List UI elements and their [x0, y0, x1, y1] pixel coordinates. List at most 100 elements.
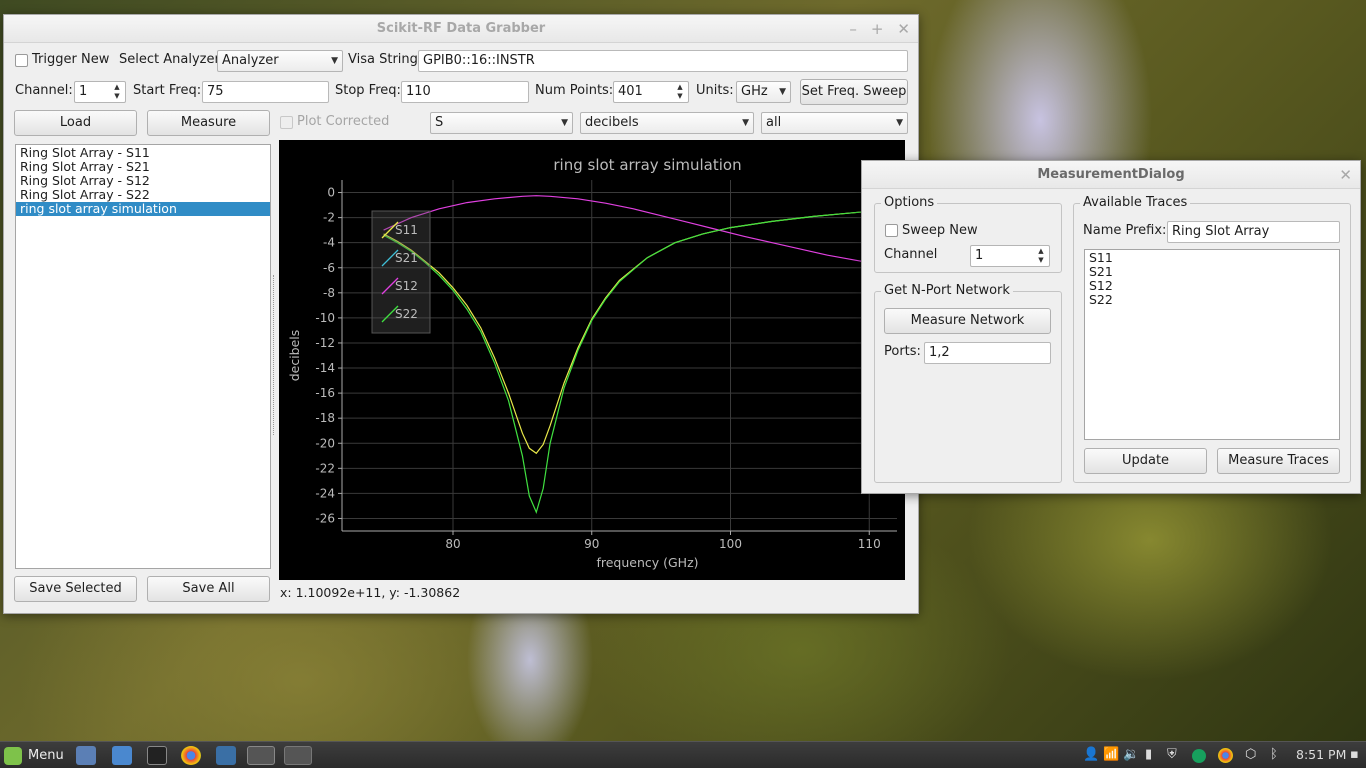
- user-icon[interactable]: 👤: [1083, 747, 1099, 762]
- list-item[interactable]: S22: [1085, 293, 1339, 307]
- hangouts-icon[interactable]: [1192, 749, 1206, 763]
- main-window: Scikit-RF Data Grabber – + ✕ Trigger New…: [3, 14, 919, 614]
- name-prefix-label: Name Prefix:: [1083, 223, 1167, 238]
- spin-arrows-icon[interactable]: ▲ ▼: [674, 83, 686, 101]
- load-button[interactable]: Load: [14, 110, 137, 136]
- volume-icon[interactable]: 🔉: [1123, 747, 1139, 762]
- save-all-button[interactable]: Save All: [147, 576, 270, 602]
- units-select[interactable]: GHz ▼: [736, 81, 791, 103]
- splitter-handle[interactable]: [273, 275, 276, 435]
- num-points-value: 401: [618, 84, 643, 99]
- update-button[interactable]: Update: [1084, 448, 1207, 474]
- main-titlebar[interactable]: Scikit-RF Data Grabber – + ✕: [4, 15, 918, 43]
- options-group-title: Options: [881, 195, 938, 210]
- y-tick-label: -14: [315, 361, 335, 375]
- plot-area[interactable]: 80 90 100 110 0 -2 -4 -6 -8 -10 -12 -14 -16 -18 -20 -22…: [279, 140, 905, 580]
- wifi-icon[interactable]: 📶: [1103, 747, 1119, 762]
- start-freq-label: Start Freq:: [133, 83, 202, 98]
- x-tick-label: 110: [858, 537, 881, 551]
- save-selected-button[interactable]: Save Selected: [14, 576, 137, 602]
- name-prefix-input[interactable]: Ring Slot Array: [1167, 221, 1340, 243]
- close-icon[interactable]: ✕: [897, 15, 910, 43]
- list-item[interactable]: S11: [1085, 251, 1339, 265]
- scale-select[interactable]: decibels ▼: [580, 112, 754, 134]
- y-tick-label: -26: [315, 511, 335, 525]
- y-tick-label: -18: [315, 411, 335, 425]
- channel-spinbox-value: 1: [79, 84, 88, 99]
- traces-list[interactable]: S11 S21 S12 S22: [1084, 249, 1340, 440]
- spin-arrows-icon[interactable]: ▲ ▼: [111, 83, 123, 101]
- y-tick-label: -20: [315, 436, 335, 450]
- python-icon[interactable]: [216, 746, 236, 765]
- cursor-status: x: 1.10092e+11, y: -1.30862: [280, 585, 461, 600]
- stop-freq-input[interactable]: 110: [401, 81, 529, 103]
- list-item[interactable]: S21: [1085, 265, 1339, 279]
- app-window-icon[interactable]: [247, 746, 275, 765]
- spin-arrows-icon[interactable]: ▲ ▼: [1035, 247, 1047, 265]
- list-item-selected[interactable]: ring slot array simulation: [16, 202, 270, 216]
- plot-corrected-label: Plot Corrected: [297, 114, 390, 129]
- plot-corrected-checkbox[interactable]: [280, 116, 293, 129]
- visa-string-label: Visa String: [348, 52, 418, 67]
- legend-label: S11: [395, 223, 418, 237]
- shield-icon[interactable]: ⛨: [1167, 747, 1177, 762]
- x-tick-label: 80: [445, 537, 460, 551]
- battery-icon[interactable]: ▮: [1145, 747, 1152, 762]
- dropbox-icon[interactable]: ⬡: [1245, 747, 1256, 762]
- list-item[interactable]: Ring Slot Array - S12: [16, 174, 270, 188]
- chevron-down-icon: ▼: [742, 118, 749, 128]
- parameter-select-value: S: [435, 115, 444, 130]
- ports-input[interactable]: 1,2: [924, 342, 1051, 364]
- chrome-tray-icon[interactable]: [1218, 748, 1233, 763]
- analyzer-select[interactable]: Analyzer ▼: [217, 50, 343, 72]
- start-freq-input[interactable]: 75: [202, 81, 329, 103]
- menu-label: Menu: [28, 748, 64, 763]
- app-window-2-icon[interactable]: [284, 746, 312, 765]
- sweep-new-checkbox[interactable]: [885, 224, 898, 237]
- y-tick-label: -12: [315, 336, 335, 350]
- chrome-icon[interactable]: [181, 746, 201, 765]
- dialog-channel-spinbox[interactable]: 1 ▲ ▼: [970, 245, 1050, 267]
- trigger-new-checkbox[interactable]: [15, 54, 28, 67]
- parameter-select[interactable]: S ▼: [430, 112, 573, 134]
- main-window-title: Scikit-RF Data Grabber: [376, 21, 546, 36]
- y-tick-label: -16: [315, 386, 335, 400]
- files-icon[interactable]: [112, 746, 132, 765]
- visa-string-input[interactable]: GPIB0::16::INSTR: [418, 50, 908, 72]
- notification-icon[interactable]: ▪: [1350, 747, 1359, 762]
- traces-select[interactable]: all ▼: [761, 112, 908, 134]
- minimize-icon[interactable]: –: [849, 15, 857, 43]
- menu-button[interactable]: Menu: [4, 745, 64, 766]
- channel-spinbox[interactable]: 1 ▲ ▼: [74, 81, 126, 103]
- legend-label: S22: [395, 307, 418, 321]
- channel-label: Channel:: [15, 83, 73, 98]
- y-tick-label: -24: [315, 486, 335, 500]
- measure-button[interactable]: Measure: [147, 110, 270, 136]
- list-item[interactable]: Ring Slot Array - S11: [16, 146, 270, 160]
- clock[interactable]: 8:51 PM: [1296, 747, 1346, 762]
- analyzer-select-value: Analyzer: [222, 53, 279, 68]
- show-desktop-icon[interactable]: [76, 746, 96, 765]
- traces-select-value: all: [766, 115, 782, 130]
- dialog-channel-value: 1: [975, 248, 984, 263]
- y-tick-label: -6: [323, 261, 335, 275]
- dialog-channel-label: Channel: [884, 247, 938, 262]
- close-icon[interactable]: ✕: [1339, 161, 1352, 189]
- list-item[interactable]: S12: [1085, 279, 1339, 293]
- measure-traces-button[interactable]: Measure Traces: [1217, 448, 1340, 474]
- dialog-titlebar[interactable]: MeasurementDialog ✕: [862, 161, 1360, 189]
- traces-group-title: Available Traces: [1080, 195, 1191, 210]
- list-item[interactable]: Ring Slot Array - S22: [16, 188, 270, 202]
- list-item[interactable]: Ring Slot Array - S21: [16, 160, 270, 174]
- network-list[interactable]: Ring Slot Array - S11 Ring Slot Array - …: [15, 144, 271, 569]
- y-axis-label: decibels: [287, 330, 302, 382]
- y-tick-label: -22: [315, 461, 335, 475]
- measure-network-button[interactable]: Measure Network: [884, 308, 1051, 334]
- terminal-icon[interactable]: [147, 746, 167, 765]
- set-freq-sweep-button[interactable]: Set Freq. Sweep: [800, 79, 908, 105]
- ports-label: Ports:: [884, 344, 921, 359]
- num-points-label: Num Points:: [535, 83, 614, 98]
- maximize-icon[interactable]: +: [871, 15, 884, 43]
- num-points-spinbox[interactable]: 401 ▲ ▼: [613, 81, 689, 103]
- bluetooth-icon[interactable]: ᛒ: [1270, 747, 1278, 762]
